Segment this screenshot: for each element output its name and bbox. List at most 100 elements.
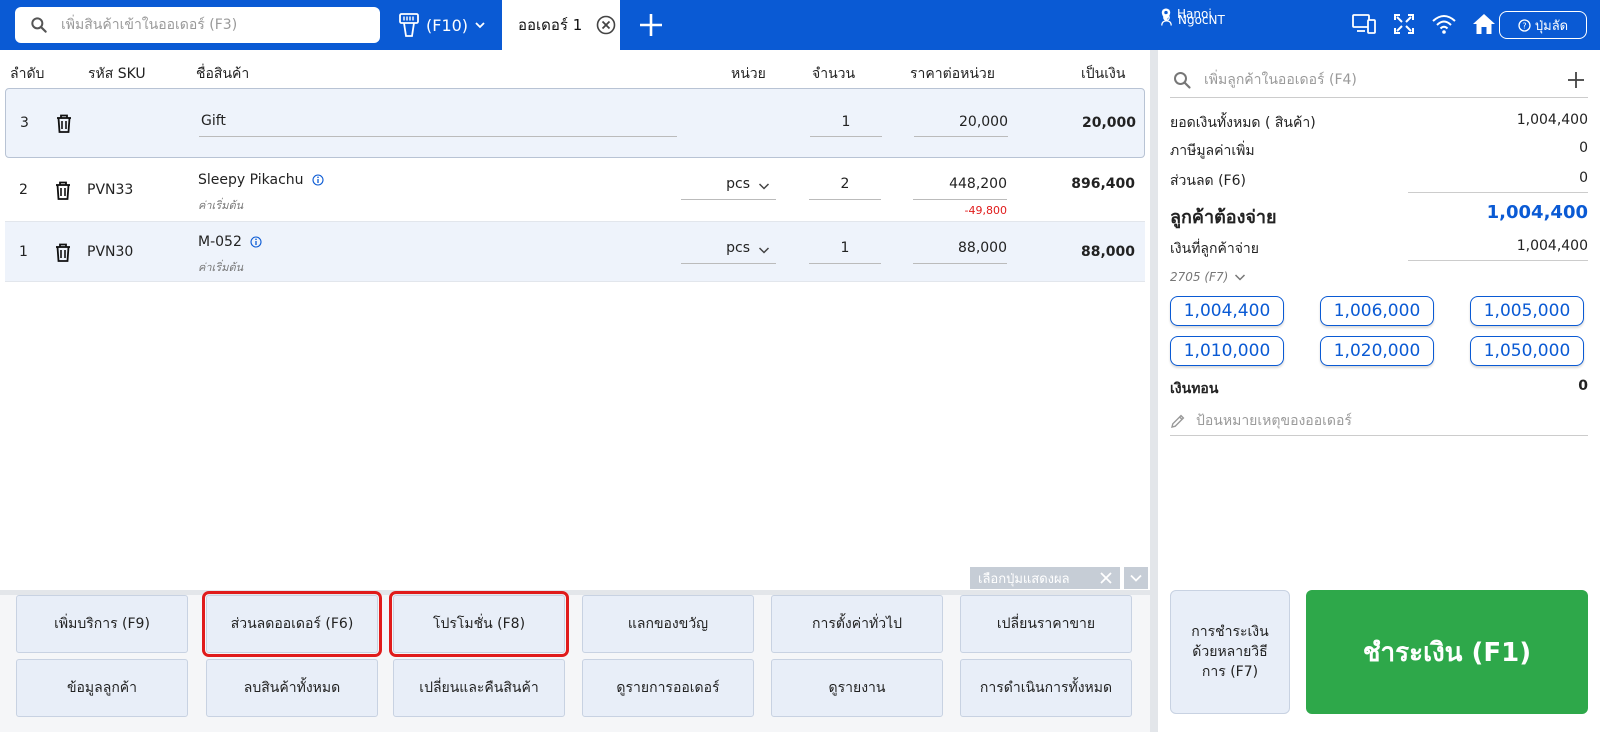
price-input[interactable]: 88,000 bbox=[913, 234, 1007, 264]
table-row[interactable]: 3 Gift 1 20,000 20,000 bbox=[5, 88, 1145, 158]
discount-underline bbox=[1408, 192, 1588, 193]
unit-select[interactable]: pcs bbox=[681, 170, 776, 200]
shortcut-label: ปุ่มลัด bbox=[1534, 18, 1569, 34]
product-search[interactable] bbox=[15, 7, 380, 43]
top-bar: (F10) ออเดอร์ 1 Hanoi NgocNT ? ปุ่มลัด bbox=[0, 0, 1600, 50]
row-total: 88,000 bbox=[1080, 244, 1135, 260]
quick-amount-button[interactable]: 1,005,000 bbox=[1470, 296, 1584, 326]
quick-amount-button[interactable]: 1,010,000 bbox=[1170, 336, 1284, 366]
row-index: 2 bbox=[19, 182, 28, 198]
home-icon[interactable] bbox=[1470, 10, 1498, 38]
row-index: 3 bbox=[20, 115, 29, 131]
order-note-field[interactable]: ป้อนหมายเหตุของออเดอร์ bbox=[1170, 406, 1588, 436]
must-pay-value: 1,004,400 bbox=[1486, 202, 1588, 223]
vat-value: 0 bbox=[1579, 140, 1588, 156]
trash-icon[interactable] bbox=[52, 179, 74, 201]
view-orders-button[interactable]: ดูรายการออเดอร์ bbox=[582, 659, 754, 717]
quick-amount-button[interactable]: 1,004,400 bbox=[1170, 296, 1284, 326]
view-reports-button[interactable]: ดูรายงาน bbox=[771, 659, 943, 717]
scanner-label: (F10) bbox=[426, 15, 469, 35]
change-label: เงินทอน bbox=[1170, 381, 1219, 397]
all-actions-button[interactable]: การดำเนินการทั้งหมด bbox=[960, 659, 1132, 717]
add-order-tab-icon[interactable] bbox=[636, 10, 666, 40]
general-settings-button[interactable]: การตั้งค่าทั่วไป bbox=[771, 595, 943, 653]
device-toggle-icon[interactable] bbox=[1350, 10, 1378, 38]
vat-label: ภาษีมูลค่าเพิ่ม bbox=[1170, 143, 1255, 159]
product-name-field[interactable]: Gift bbox=[199, 107, 677, 137]
fullscreen-icon[interactable] bbox=[1390, 10, 1418, 38]
quick-amount-button[interactable]: 1,020,000 bbox=[1320, 336, 1434, 366]
order-discount-button[interactable]: ส่วนลดออเดอร์ (F6) bbox=[202, 591, 382, 657]
change-price-button[interactable]: เปลี่ยนราคาขาย bbox=[960, 595, 1132, 653]
help-icon: ? bbox=[1518, 18, 1531, 32]
customer-search[interactable] bbox=[1170, 64, 1588, 98]
discount-label: ส่วนลด (F6) bbox=[1170, 173, 1246, 189]
product-name: Sleepy Pikachu bbox=[198, 172, 304, 188]
scanner-button[interactable]: (F10) bbox=[398, 10, 486, 40]
gift-exchange-button[interactable]: แลกของขวัญ bbox=[582, 595, 754, 653]
add-customer-icon[interactable] bbox=[1566, 70, 1586, 90]
clear-products-button[interactable]: ลบสินค้าทั้งหมด bbox=[206, 659, 378, 717]
info-icon[interactable] bbox=[312, 174, 324, 186]
header-price: ราคาต่อหน่วย bbox=[910, 66, 995, 82]
filter-chip-label: เลือกปุ่มแสดงผล bbox=[978, 571, 1070, 587]
close-icon[interactable] bbox=[1098, 570, 1114, 586]
product-variant: ค่าเริ่มต้น bbox=[198, 261, 244, 274]
chevron-down-icon bbox=[475, 22, 485, 29]
payment-method-value: 2705 (F7) bbox=[1170, 270, 1229, 284]
price-input[interactable]: 20,000 bbox=[914, 107, 1008, 137]
collapse-toggle[interactable] bbox=[1124, 567, 1148, 589]
quick-amount-button[interactable]: 1,006,000 bbox=[1320, 296, 1434, 326]
payment-method-select[interactable]: 2705 (F7) bbox=[1170, 270, 1246, 284]
price-value: 20,000 bbox=[959, 114, 1008, 130]
unit-select[interactable]: pcs bbox=[681, 234, 776, 264]
trash-icon[interactable] bbox=[53, 112, 75, 134]
panel-divider bbox=[1150, 50, 1158, 732]
table-row[interactable]: 1 PVN30 M-052 ค่าเริ่มต้น pcs 1 88,000 8… bbox=[5, 222, 1145, 282]
chevron-down-icon bbox=[1235, 274, 1246, 281]
order-tab-label: ออเดอร์ 1 bbox=[518, 16, 583, 34]
shortcut-button[interactable]: ? ปุ่มลัด bbox=[1499, 11, 1587, 39]
quantity-input[interactable]: 1 bbox=[809, 234, 881, 264]
quantity-input[interactable]: 2 bbox=[809, 170, 881, 200]
product-name: Gift bbox=[201, 113, 226, 129]
svg-text:?: ? bbox=[1522, 21, 1526, 30]
customer-search-input[interactable] bbox=[1204, 64, 1544, 96]
order-note-placeholder: ป้อนหมายเหตุของออเดอร์ bbox=[1196, 412, 1352, 429]
multi-payment-button[interactable]: การชำระเงินด้วยหลายวิธีการ (F7) bbox=[1170, 590, 1290, 714]
total-goods-label: ยอดเงินทั้งหมด ( สินค้า) bbox=[1170, 115, 1316, 131]
product-name-line: M-052 bbox=[198, 234, 262, 250]
product-search-input[interactable] bbox=[61, 7, 371, 43]
close-tab-icon[interactable] bbox=[596, 15, 616, 35]
row-index: 1 bbox=[19, 244, 28, 260]
promotion-button[interactable]: โปรโมชั่น (F8) bbox=[389, 591, 569, 657]
row-sku: PVN30 bbox=[87, 244, 134, 260]
unit-value: pcs bbox=[726, 176, 750, 192]
product-variant: ค่าเริ่มต้น bbox=[198, 199, 244, 212]
paid-underline bbox=[1408, 260, 1588, 261]
price-value: 448,200 bbox=[949, 176, 1007, 192]
display-buttons-chip[interactable]: เลือกปุ่มแสดงผล bbox=[970, 567, 1120, 589]
quick-amount-button[interactable]: 1,050,000 bbox=[1470, 336, 1584, 366]
total-goods-value: 1,004,400 bbox=[1516, 112, 1588, 128]
trash-icon[interactable] bbox=[52, 241, 74, 263]
product-name: M-052 bbox=[198, 234, 242, 250]
chevron-down-icon bbox=[1130, 574, 1142, 582]
quantity-value: 1 bbox=[840, 240, 850, 256]
customer-info-button[interactable]: ข้อมูลลูกค้า bbox=[16, 659, 188, 717]
exchange-return-button[interactable]: เปลี่ยนและคืนสินค้า bbox=[393, 659, 565, 717]
info-icon[interactable] bbox=[250, 236, 262, 248]
row-total: 20,000 bbox=[1081, 115, 1136, 131]
add-service-button[interactable]: เพิ่มบริการ (F9) bbox=[16, 595, 188, 653]
wifi-icon[interactable] bbox=[1430, 10, 1458, 38]
paid-value: 1,004,400 bbox=[1516, 238, 1588, 254]
pay-button[interactable]: ชำระเงิน (F1) bbox=[1306, 590, 1588, 714]
table-row[interactable]: 2 PVN33 Sleepy Pikachu ค่าเริ่มต้น pcs 2… bbox=[5, 162, 1145, 222]
quantity-input[interactable]: 1 bbox=[810, 107, 882, 137]
order-tab[interactable]: ออเดอร์ 1 bbox=[502, 0, 620, 50]
user-name: NgocNT bbox=[1178, 13, 1225, 27]
price-input[interactable]: 448,200 bbox=[913, 170, 1007, 200]
function-button-bar: เพิ่มบริการ (F9) ส่วนลดออเดอร์ (F6) โปรโ… bbox=[0, 590, 1150, 732]
table-header: ลำดับ รหัส SKU ชื่อสินค้า หน่วย จำนวน รา… bbox=[0, 50, 1150, 88]
pencil-icon bbox=[1171, 414, 1185, 428]
